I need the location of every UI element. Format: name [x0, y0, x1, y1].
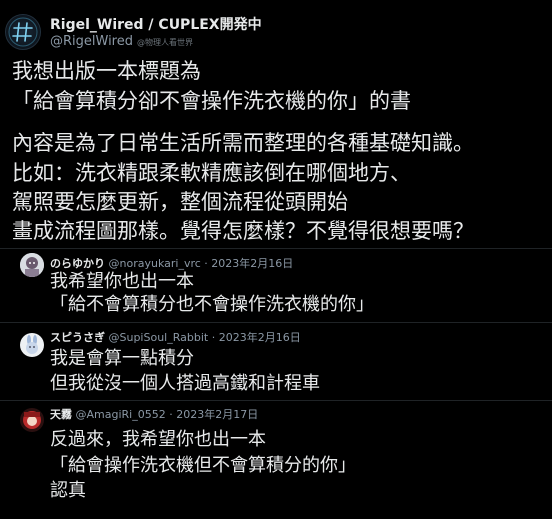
post-line: 比如：洗衣精跟柔軟精應該倒在哪個地方、: [12, 161, 411, 185]
reply-line: 我希望你也出一本: [50, 271, 194, 292]
reply-line: 「給會操作洗衣機但不會算積分的你」: [50, 455, 356, 476]
reply-line: 「給不會算積分也不會操作洗衣機的你」: [50, 294, 374, 315]
reply-author-handle[interactable]: @SupiSoul_Rabbit: [109, 331, 209, 344]
user-avatar-icon: [20, 253, 44, 277]
reply-meta: のらゆかり @norayukari_vrc · 2023年2月16日: [50, 255, 293, 271]
divider: [0, 322, 552, 323]
reply-author-name[interactable]: スピうさぎ: [50, 331, 105, 344]
reply-date[interactable]: 2023年2月16日: [219, 331, 301, 344]
author-avatar[interactable]: [5, 14, 41, 50]
author-handle-note: @物理人看世界: [137, 38, 193, 47]
hash-logo-icon: [8, 17, 38, 47]
divider: [0, 248, 552, 249]
post-line: 駕照要怎麼更新，整個流程從頭開始: [12, 190, 348, 214]
post-line: 畫成流程圖那樣。覺得怎麼樣？不覺得很想要嗎？: [12, 219, 474, 243]
reply-avatar[interactable]: [20, 253, 44, 277]
post-line: 「給會算積分卻不會操作洗衣機的你」的書: [12, 89, 411, 113]
separator-dot: ·: [169, 408, 173, 421]
rabbit-avatar-icon: [20, 333, 44, 357]
reply-line: 反過來，我希望你也出一本: [50, 429, 266, 450]
post-line: 內容是為了日常生活所需而整理的各種基礎知識。: [12, 131, 474, 155]
reply-avatar[interactable]: [20, 333, 44, 357]
reply-author-name[interactable]: のらゆかり: [50, 257, 105, 270]
anime-avatar-icon: [20, 408, 44, 432]
reply-line: 認真: [50, 480, 86, 501]
reply-date[interactable]: 2023年2月16日: [211, 257, 293, 270]
reply-date[interactable]: 2023年2月17日: [176, 408, 258, 421]
post-header: Rigel_Wired / CUPLEX開発中 @RigelWired @物理人…: [0, 0, 552, 56]
reply-meta: 天霧 @AmagiRi_0552 · 2023年2月17日: [50, 406, 258, 422]
reply-author-handle[interactable]: @norayukari_vrc: [109, 257, 201, 270]
separator-dot: ·: [211, 331, 216, 344]
reply-author-name[interactable]: 天霧: [50, 408, 72, 421]
reply-line: 但我從沒一個人搭過高鐵和計程車: [50, 373, 320, 394]
author-display-name[interactable]: Rigel_Wired / CUPLEX開発中: [50, 14, 262, 34]
reply-meta: スピうさぎ @SupiSoul_Rabbit · 2023年2月16日: [50, 329, 301, 345]
reply-line: 我是會算一點積分: [50, 348, 194, 369]
divider: [0, 400, 552, 401]
reply-avatar[interactable]: [20, 408, 44, 432]
separator-dot: ·: [204, 257, 208, 270]
reply-author-handle[interactable]: @AmagiRi_0552: [76, 408, 166, 421]
author-handle[interactable]: @RigelWired: [50, 34, 133, 49]
post-line: 我想出版一本標題為: [12, 59, 201, 83]
